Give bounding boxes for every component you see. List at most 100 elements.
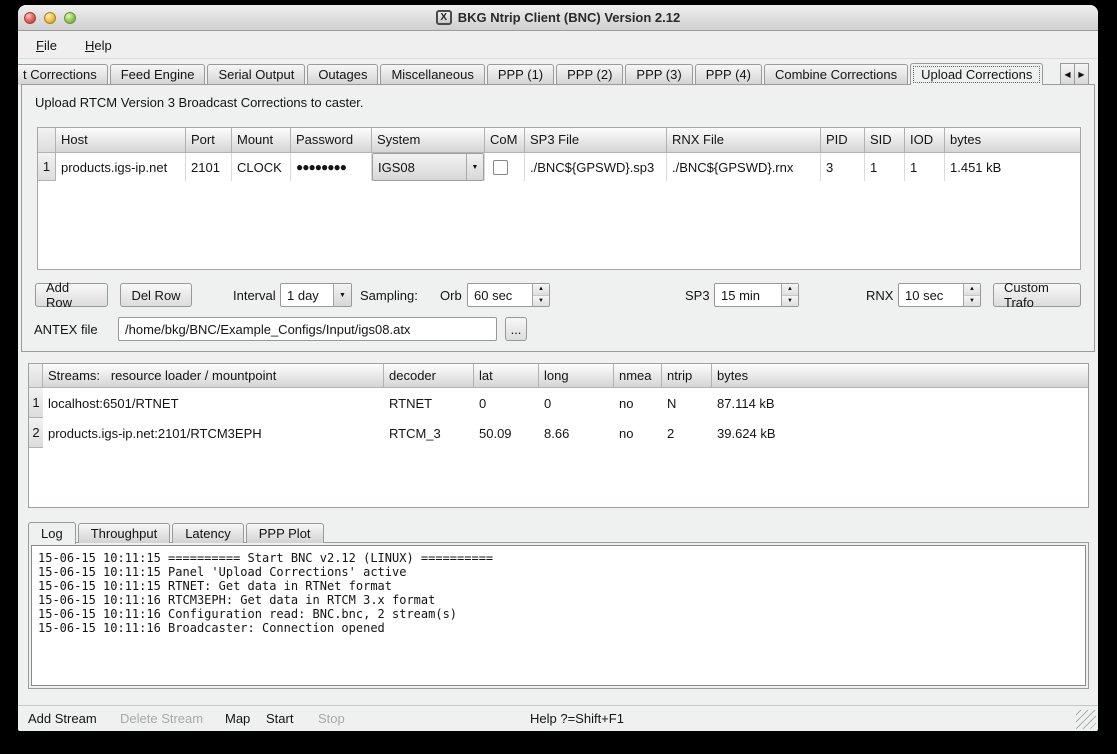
- cell-sp3-file[interactable]: ./BNC${GPSWD}.sp3: [525, 153, 667, 181]
- cell-iod[interactable]: 1: [905, 153, 945, 181]
- x11-app-icon: X: [436, 10, 452, 25]
- streams-table: Streams: resource loader / mountpoint de…: [28, 363, 1089, 508]
- menu-file[interactable]: File: [28, 36, 65, 55]
- menu-help[interactable]: Help: [77, 36, 120, 55]
- tab-latency[interactable]: Latency: [172, 523, 244, 543]
- upload-table: Host Port Mount Password System CoM SP3 …: [37, 127, 1081, 270]
- tab-log[interactable]: Log: [28, 522, 76, 544]
- log-line: 15-06-15 10:11:16 Broadcaster: Connectio…: [38, 621, 1079, 635]
- cell-lat: 0: [474, 388, 539, 418]
- resize-grip[interactable]: [1076, 710, 1096, 729]
- interval-select[interactable]: 1 day ▼: [280, 283, 352, 307]
- cell-bytes[interactable]: 1.451 kB: [945, 153, 1080, 181]
- rnx-label: RNX: [866, 283, 893, 307]
- tab-feed-engine[interactable]: Feed Engine: [110, 64, 206, 85]
- system-combobox[interactable]: IGS08 ▼: [372, 153, 484, 181]
- log-line: 15-06-15 10:11:16 RTCM3EPH: Get data in …: [38, 593, 1079, 607]
- corner-header-cell: [29, 364, 43, 388]
- column-header-com: CoM: [485, 128, 525, 153]
- add-row-button[interactable]: Add Row: [35, 283, 108, 307]
- tab-scroll-right-button[interactable]: ▶: [1074, 63, 1089, 85]
- cell-bytes: 87.114 kB: [712, 388, 1088, 418]
- cell-com: [485, 153, 525, 181]
- tab-upload-corrections[interactable]: Upload Corrections: [910, 63, 1043, 85]
- tab-scroll-buttons: ◀ ▶: [1061, 63, 1089, 85]
- spin-up-button[interactable]: ▲: [533, 284, 549, 296]
- row-number[interactable]: 1: [38, 153, 56, 181]
- tab-broadcast-corrections[interactable]: t Corrections: [18, 64, 108, 85]
- arrow-left-icon: ◀: [1064, 70, 1070, 79]
- cell-sid[interactable]: 1: [865, 153, 905, 181]
- map-button[interactable]: Map: [225, 711, 250, 726]
- arrow-up-icon: ▲: [969, 286, 975, 292]
- interval-value: 1 day: [281, 288, 333, 303]
- tab-ppp-plot[interactable]: PPP Plot: [246, 523, 324, 543]
- system-combobox-value: IGS08: [373, 160, 466, 175]
- spin-down-button[interactable]: ▼: [782, 296, 798, 307]
- antex-file-input[interactable]: /home/bkg/BNC/Example_Configs/Input/igs0…: [118, 317, 497, 341]
- tab-ppp-3[interactable]: PPP (3): [625, 64, 692, 85]
- cell-system: IGS08 ▼: [372, 153, 485, 181]
- com-checkbox[interactable]: [493, 160, 508, 175]
- close-button[interactable]: [24, 12, 36, 24]
- del-row-button[interactable]: Del Row: [120, 283, 192, 307]
- stream-row[interactable]: 1 localhost:6501/RTNET RTNET 0 0 no N 87…: [29, 388, 1088, 418]
- upload-table-header: Host Port Mount Password System CoM SP3 …: [38, 128, 1080, 153]
- log-panel: 15-06-15 10:11:15 ========== Start BNC v…: [28, 542, 1089, 689]
- spin-down-button[interactable]: ▼: [533, 296, 549, 307]
- arrow-up-icon: ▲: [787, 286, 793, 292]
- config-tab-bar: t Corrections Feed Engine Serial Output …: [18, 62, 1068, 85]
- row-number[interactable]: 1: [29, 388, 43, 418]
- column-header-port: Port: [186, 128, 232, 153]
- title-bar[interactable]: X BKG Ntrip Client (BNC) Version 2.12: [18, 5, 1098, 31]
- tab-ppp-2[interactable]: PPP (2): [556, 64, 623, 85]
- upload-controls-row: Add Row Del Row Interval 1 day ▼ Samplin…: [22, 283, 1094, 307]
- spin-up-button[interactable]: ▲: [964, 284, 980, 296]
- spin-buttons: ▲ ▼: [532, 284, 549, 306]
- column-header-long: long: [539, 364, 614, 388]
- column-header-sid: SID: [865, 128, 905, 153]
- column-header-mount: Mount: [232, 128, 291, 153]
- spin-buttons: ▲ ▼: [781, 284, 798, 306]
- sp3-value: 15 min: [715, 288, 781, 303]
- menu-bar: File Help: [18, 32, 1098, 59]
- cell-rnx-file[interactable]: ./BNC${GPSWD}.rnx: [667, 153, 821, 181]
- spin-down-button[interactable]: ▼: [964, 296, 980, 307]
- tab-ppp-1[interactable]: PPP (1): [487, 64, 554, 85]
- corner-header-cell: [38, 128, 56, 153]
- minimize-button[interactable]: [44, 12, 56, 24]
- stream-row[interactable]: 2 products.igs-ip.net:2101/RTCM3EPH RTCM…: [29, 418, 1088, 448]
- cell-port[interactable]: 2101: [186, 153, 232, 181]
- arrow-down-icon: ▼: [787, 298, 793, 304]
- cell-host[interactable]: products.igs-ip.net: [56, 153, 186, 181]
- cell-mount[interactable]: CLOCK: [232, 153, 291, 181]
- sp3-spinbox[interactable]: 15 min ▲ ▼: [714, 283, 799, 307]
- delete-stream-button: Delete Stream: [120, 711, 203, 726]
- orb-spinbox[interactable]: 60 sec ▲ ▼: [467, 283, 550, 307]
- browse-button[interactable]: ...: [505, 317, 527, 341]
- zoom-button[interactable]: [64, 12, 76, 24]
- add-stream-button[interactable]: Add Stream: [28, 711, 97, 726]
- spin-up-button[interactable]: ▲: [782, 284, 798, 296]
- cell-decoder: RTNET: [384, 388, 474, 418]
- cell-long: 8.66: [539, 418, 614, 448]
- tab-throughput[interactable]: Throughput: [78, 523, 171, 543]
- column-header-iod: IOD: [905, 128, 945, 153]
- row-number[interactable]: 2: [29, 418, 43, 448]
- tab-scroll-left-button[interactable]: ◀: [1060, 63, 1075, 85]
- start-button[interactable]: Start: [266, 711, 293, 726]
- column-header-system: System: [372, 128, 485, 153]
- tab-outages[interactable]: Outages: [307, 64, 378, 85]
- column-header-streams: Streams: resource loader / mountpoint: [43, 364, 384, 388]
- tab-ppp-4[interactable]: PPP (4): [695, 64, 762, 85]
- tab-miscellaneous[interactable]: Miscellaneous: [380, 64, 484, 85]
- tab-combine-corrections[interactable]: Combine Corrections: [764, 64, 908, 85]
- table-row: 1 products.igs-ip.net 2101 CLOCK ●●●●●●●…: [38, 153, 1080, 181]
- cell-ntrip: N: [662, 388, 712, 418]
- custom-trafo-button[interactable]: Custom Trafo: [993, 283, 1081, 307]
- orb-label: Orb: [440, 283, 462, 307]
- rnx-spinbox[interactable]: 10 sec ▲ ▼: [898, 283, 981, 307]
- cell-pid[interactable]: 3: [821, 153, 865, 181]
- cell-password[interactable]: ●●●●●●●●: [291, 153, 372, 181]
- tab-serial-output[interactable]: Serial Output: [207, 64, 305, 85]
